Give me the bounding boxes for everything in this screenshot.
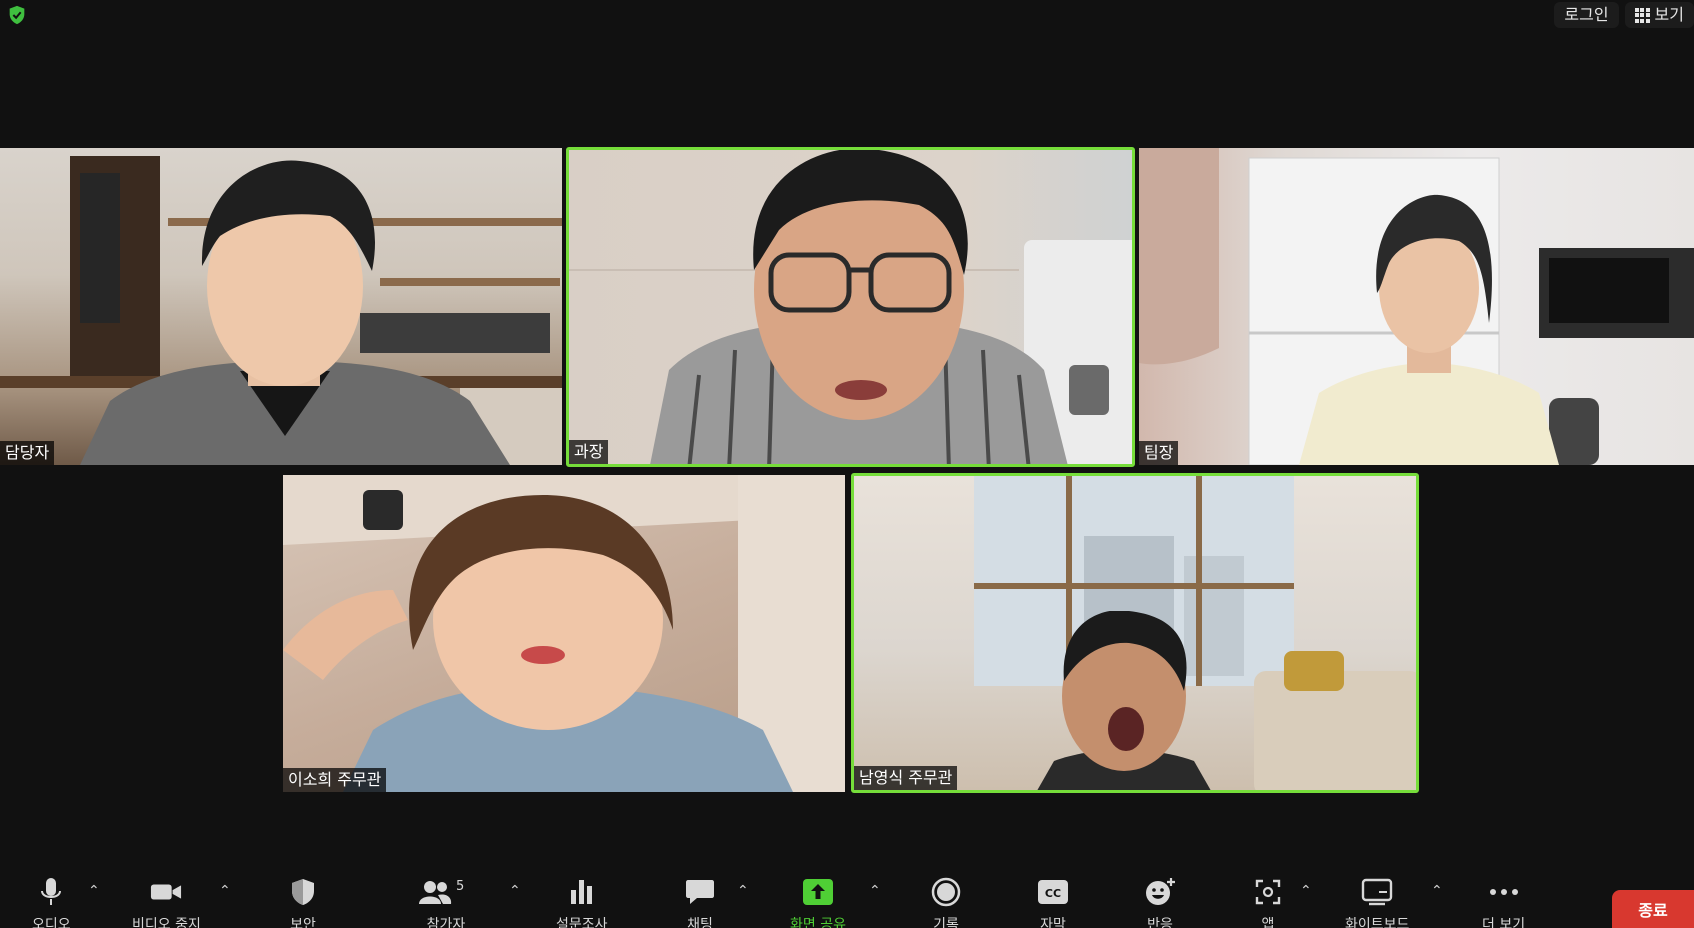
login-label: 로그인 — [1564, 5, 1609, 24]
chat-options-caret-icon[interactable]: ⌃ — [737, 884, 751, 898]
participant-3-figure — [1299, 194, 1559, 465]
polls-label: 설문조사 — [556, 917, 608, 928]
participants-label: 참가자 — [426, 917, 466, 928]
meeting-toolbar: 오디오 ⌃ 비디오 중지 ⌃ 보안 5 참가자 ⌃ 설문조사 채팅 ⌃ 화면 공… — [0, 864, 1694, 928]
apps-options-caret-icon[interactable]: ⌃ — [1300, 884, 1314, 898]
apps-icon — [1255, 879, 1281, 905]
end-meeting-button[interactable]: 종료 — [1612, 890, 1694, 928]
record-icon — [931, 877, 961, 907]
encryption-shield-icon[interactable] — [6, 4, 28, 26]
video-tile-participant-4[interactable]: 이소희 주무관 — [283, 475, 845, 792]
share-screen-label: 화면 공유 — [790, 917, 846, 928]
whiteboard-icon — [1362, 878, 1393, 906]
security-label: 보안 — [290, 917, 316, 928]
participants-count: 5 — [456, 878, 465, 894]
chat-bubble-icon — [686, 880, 714, 904]
video-tile-participant-3[interactable]: 팀장 — [1139, 148, 1694, 465]
more-dots-icon — [1489, 889, 1518, 895]
participant-name-label: 팀장 — [1139, 441, 1179, 465]
audio-label: 오디오 — [32, 917, 71, 928]
apps-button[interactable]: 앱 — [1252, 876, 1284, 928]
participants-icon — [419, 881, 452, 904]
share-screen-button[interactable]: 화면 공유 — [790, 876, 846, 928]
participant-2-figure — [650, 150, 1068, 464]
captions-label: 자막 — [1040, 917, 1066, 928]
video-tile-participant-1[interactable]: 담당자 — [0, 148, 562, 465]
audio-options-caret-icon[interactable]: ⌃ — [88, 884, 102, 898]
reactions-label: 반응 — [1147, 917, 1173, 928]
video-camera-icon — [151, 884, 182, 900]
microphone-icon — [41, 878, 62, 905]
participant-1-figure — [80, 160, 510, 465]
view-button[interactable]: 보기 — [1624, 2, 1694, 28]
security-button[interactable]: 보안 — [287, 876, 319, 928]
svg-text:CC: CC — [1045, 887, 1061, 900]
audio-button[interactable]: 오디오 — [32, 876, 71, 928]
more-button[interactable]: 더 보기 — [1482, 876, 1525, 928]
video-button[interactable]: 비디오 중지 — [132, 876, 201, 928]
record-button[interactable]: 기록 — [930, 876, 962, 928]
video-label: 비디오 중지 — [132, 917, 201, 928]
participant-name-label: 이소희 주무관 — [283, 768, 387, 792]
emoji-reaction-icon — [1146, 878, 1175, 905]
bar-chart-icon — [570, 880, 592, 904]
participants-options-caret-icon[interactable]: ⌃ — [509, 884, 523, 898]
whiteboard-button[interactable]: 화이트보드 — [1345, 876, 1409, 928]
participant-4-figure — [283, 495, 793, 792]
participants-button[interactable]: 5 참가자 — [418, 876, 474, 928]
whiteboard-options-caret-icon[interactable]: ⌃ — [1431, 884, 1445, 898]
record-label: 기록 — [933, 917, 959, 928]
video-tile-participant-2[interactable]: 과장 — [566, 147, 1135, 467]
video-options-caret-icon[interactable]: ⌃ — [219, 884, 233, 898]
chat-label: 채팅 — [687, 917, 713, 928]
chat-button[interactable]: 채팅 — [684, 876, 716, 928]
grid-view-icon — [1634, 7, 1650, 23]
share-screen-icon — [802, 879, 833, 905]
captions-button[interactable]: CC 자막 — [1037, 876, 1069, 928]
more-label: 더 보기 — [1482, 917, 1526, 928]
zoom-meeting-window: 로그인 보기 담당자 과장 팀장 이소희 주무관 남영식 주무관 오디오 ⌃ 비… — [0, 0, 1694, 928]
reactions-button[interactable]: 반응 — [1144, 876, 1176, 928]
view-label: 보기 — [1654, 5, 1684, 24]
login-button[interactable]: 로그인 — [1554, 2, 1619, 28]
polls-button[interactable]: 설문조사 — [556, 876, 608, 928]
whiteboard-label: 화이트보드 — [1345, 917, 1410, 928]
apps-label: 앱 — [1261, 917, 1275, 928]
video-tile-participant-5[interactable]: 남영식 주무관 — [851, 473, 1419, 793]
participant-name-label: 남영식 주무관 — [854, 766, 958, 790]
participant-5-figure — [1037, 611, 1211, 790]
security-shield-icon — [292, 879, 314, 905]
closed-captions-icon: CC — [1038, 880, 1068, 904]
top-right-controls: 로그인 보기 — [1554, 2, 1694, 28]
share-options-caret-icon[interactable]: ⌃ — [869, 884, 883, 898]
participant-name-label: 담당자 — [0, 441, 55, 465]
participant-name-label: 과장 — [569, 440, 609, 464]
